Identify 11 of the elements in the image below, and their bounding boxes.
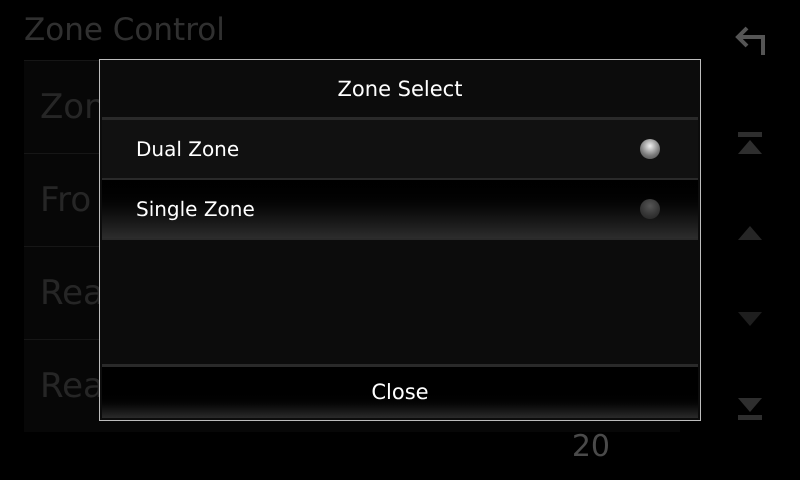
dialog-title: Zone Select [338,76,462,103]
radio-indicator[interactable] [640,199,660,219]
zone-option[interactable]: Single Zone [102,180,698,240]
scroll-up-icon[interactable] [737,224,763,242]
scroll-bottom-icon[interactable] [737,396,763,420]
scroll-top-icon[interactable] [737,132,763,156]
value-text: 20 [572,432,610,462]
radio-indicator[interactable] [640,139,660,159]
scroll-down-icon[interactable] [737,310,763,328]
zone-option[interactable]: Dual Zone [102,120,698,180]
close-button[interactable]: Close [102,364,698,418]
